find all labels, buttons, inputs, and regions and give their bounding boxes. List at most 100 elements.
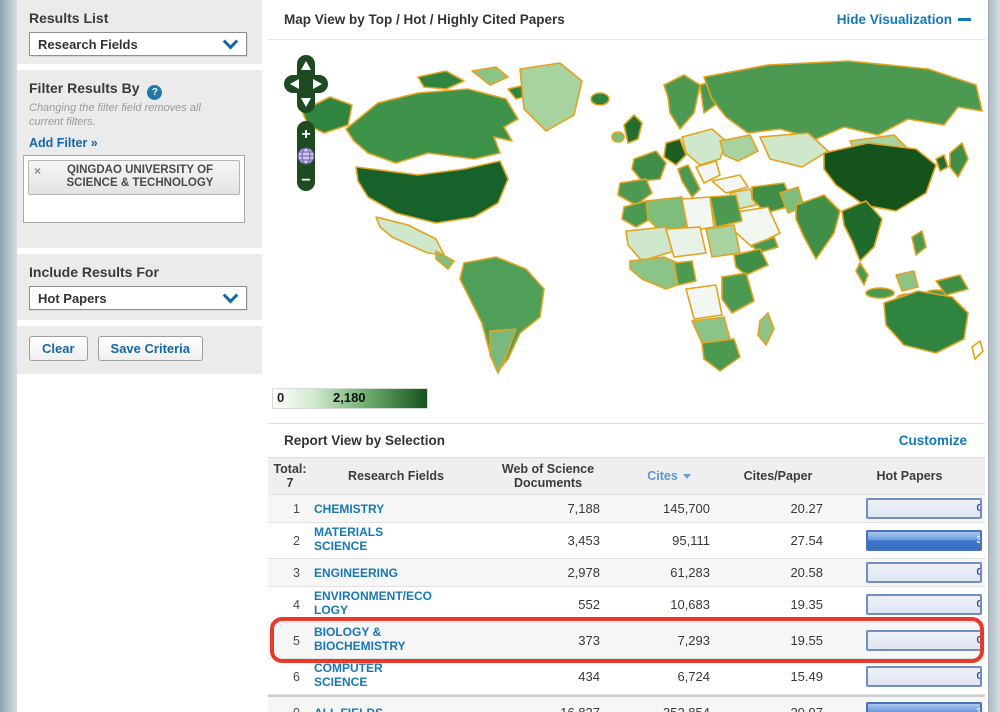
filter-results-heading-text: Filter Results By (29, 80, 140, 96)
field-link[interactable]: MATERIALS SCIENCE (314, 525, 434, 554)
sort-desc-icon (682, 473, 691, 479)
field-link[interactable]: COMPUTER SCIENCE (314, 661, 434, 690)
table-row-all-fields: 0 ALL FIELDS 16,827 352,854 20.97 3 (268, 695, 985, 712)
cites-per-paper-cell: 27.54 (790, 533, 823, 548)
cites-cell: 6,724 (677, 669, 710, 684)
wos-docs-line2: Documents (513, 476, 583, 490)
rank-cell: 2 (293, 533, 300, 548)
chevron-down-icon (222, 287, 239, 303)
cites-cell: 10,683 (670, 597, 710, 612)
cites-cell: 61,283 (670, 565, 710, 580)
col-total: Total: 7 (268, 462, 312, 491)
cites-per-paper-cell: 19.55 (790, 633, 823, 648)
cites-label: Cites (647, 468, 678, 483)
hot-papers-value: 0 (976, 635, 982, 646)
filter-note: Changing the filter field removes all cu… (29, 102, 262, 130)
legend-min-value: 0 (277, 390, 285, 405)
active-filters-box: × QINGDAO UNIVERSITY OF SCIENCE & TECHNO… (23, 154, 245, 223)
docs-cell: 16,827 (480, 705, 616, 712)
map-color-legend: 0 2,180 (272, 388, 428, 409)
hot-papers-value: 0 (976, 599, 982, 610)
map-view-title: Map View by Top / Hot / Highly Cited Pap… (284, 12, 565, 27)
filter-tag[interactable]: × QINGDAO UNIVERSITY OF SCIENCE & TECHNO… (28, 159, 240, 196)
docs-cell: 7,188 (567, 501, 600, 516)
collapse-icon[interactable] (958, 18, 971, 21)
vertical-scrollbar[interactable] (988, 0, 1000, 712)
filter-note-line2: current filters. (29, 115, 96, 128)
table-row: 6 COMPUTER SCIENCE 434 6,724 15.49 0 (268, 659, 985, 695)
remove-filter-icon[interactable]: × (34, 164, 41, 178)
filter-results-heading: Filter Results By ? (17, 70, 262, 102)
results-list-dropdown-value: Research Fields (38, 36, 138, 52)
hot-papers-bar: 0 (866, 594, 982, 615)
map-navigation-controls[interactable]: + − (282, 53, 330, 199)
table-header-row: Total: 7 Research Fields Web of Science … (268, 457, 985, 495)
hot-papers-value: 0 (976, 503, 982, 514)
docs-cell: 2,978 (567, 565, 600, 580)
add-filter-link[interactable]: Add Filter » (29, 136, 98, 150)
window-edge-strip (0, 0, 17, 712)
help-icon[interactable]: ? (147, 85, 163, 100)
esi-app-window: Results List Research Fields Filter Resu… (0, 0, 1000, 712)
map-view-header: Map View by Top / Hot / Highly Cited Pap… (268, 0, 985, 40)
table-row-highlighted: 5 BIOLOGY & BIOCHEMISTRY 373 7,293 19.55… (268, 623, 985, 659)
cites-per-paper-cell: 20.97 (722, 705, 834, 712)
hide-visualization-link[interactable]: Hide Visualization (837, 12, 952, 27)
table-row: 1 CHEMISTRY 7,188 145,700 20.27 0 (268, 495, 985, 523)
world-map-panel: + − 0 2,180 (268, 41, 985, 421)
docs-cell: 552 (578, 597, 600, 612)
sidebar: Results List Research Fields Filter Resu… (17, 0, 262, 712)
hot-papers-bar: 0 (866, 630, 982, 651)
col-cites-per-paper: Cites/Paper (743, 468, 813, 483)
hot-papers-bar: 3 (866, 530, 982, 551)
cites-per-paper-cell: 15.49 (790, 669, 823, 684)
table-row: 3 ENGINEERING 2,978 61,283 20.58 0 (268, 559, 985, 587)
wos-docs-line1: Web of Science (501, 461, 595, 476)
rank-cell: 6 (293, 669, 300, 684)
results-list-dropdown[interactable]: Research Fields (29, 32, 247, 56)
cites-cell: 7,293 (677, 633, 710, 648)
world-choropleth-map[interactable] (268, 41, 985, 381)
col-research-fields: Research Fields (348, 468, 444, 483)
hot-papers-bar: 0 (866, 498, 982, 519)
cites-per-paper-cell: 20.58 (790, 565, 823, 580)
clear-button[interactable]: Clear (29, 336, 88, 361)
table-row: 4 ENVIRONMENT/ECOLOGY 552 10,683 19.35 0 (268, 587, 985, 623)
hot-papers-value: 0 (976, 671, 982, 682)
cites-cell: 145,700 (663, 501, 710, 516)
hot-papers-value: 3 (976, 535, 982, 546)
hot-papers-bar: 0 (866, 562, 982, 583)
include-results-section: Include Results For Hot Papers (17, 254, 262, 320)
hot-papers-bar: 0 (866, 666, 982, 687)
customize-link[interactable]: Customize (899, 433, 967, 448)
sidebar-actions-section: Clear Save Criteria (17, 326, 262, 374)
rank-cell: 4 (293, 597, 300, 612)
report-view-header: Report View by Selection Customize (268, 423, 985, 457)
include-results-dropdown[interactable]: Hot Papers (29, 286, 247, 310)
docs-cell: 3,453 (567, 533, 600, 548)
docs-cell: 373 (578, 633, 600, 648)
legend-max-value: 2,180 (333, 390, 366, 405)
field-link[interactable]: ENGINEERING (314, 566, 398, 581)
total-label: Total: (273, 461, 307, 476)
docs-cell: 434 (578, 669, 600, 684)
field-link[interactable]: ENVIRONMENT/ECOLOGY (314, 589, 434, 618)
chevron-down-icon (222, 33, 239, 49)
include-results-heading: Include Results For (29, 264, 159, 280)
filter-note-line1: Changing the filter field removes all (29, 102, 201, 114)
hot-papers-value: 3 (976, 707, 980, 712)
rank-cell: 0 (268, 706, 312, 712)
field-link[interactable]: CHEMISTRY (314, 502, 384, 517)
field-link[interactable]: BIOLOGY & BIOCHEMISTRY (314, 625, 434, 654)
cites-cell: 95,111 (672, 533, 710, 548)
report-view-title: Report View by Selection (284, 433, 446, 448)
cites-cell: 352,854 (616, 705, 722, 712)
filter-results-section: Filter Results By ? Changing the filter … (17, 70, 262, 248)
cites-per-paper-cell: 20.27 (790, 501, 823, 516)
save-criteria-button[interactable]: Save Criteria (97, 336, 204, 361)
results-list-heading: Results List (29, 10, 109, 26)
col-hot-papers: Hot Papers (876, 468, 943, 483)
results-list-section: Results List Research Fields (17, 0, 262, 64)
col-cites-sortable[interactable]: Cites (616, 469, 722, 483)
field-link[interactable]: ALL FIELDS (314, 706, 383, 712)
